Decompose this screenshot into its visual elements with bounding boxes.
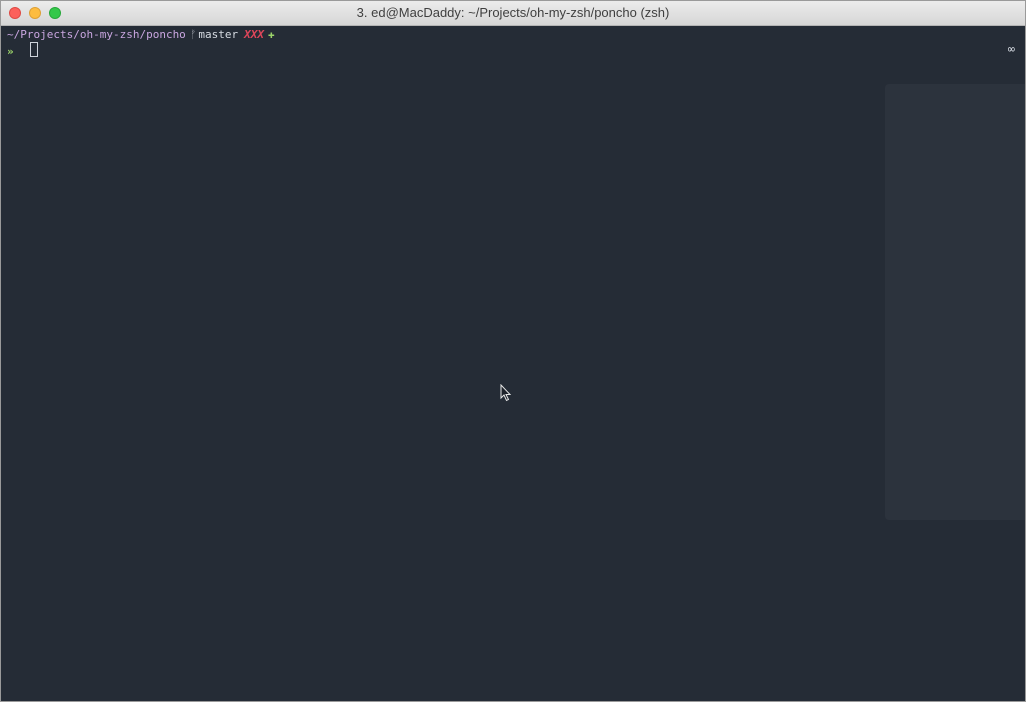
right-prompt: ∞ bbox=[1007, 42, 1015, 56]
title-bar[interactable]: 3. ed@MacDaddy: ~/Projects/oh-my-zsh/pon… bbox=[1, 1, 1025, 26]
prompt-input-line[interactable]: » bbox=[7, 42, 38, 59]
git-staged-marker: ✚ bbox=[268, 28, 275, 41]
git-branch-name: master bbox=[198, 28, 239, 41]
git-dirty-marker: XXX bbox=[244, 28, 265, 41]
terminal-output[interactable]: ~/Projects/oh-my-zsh/poncho ᚠ master XXX ✚ »… bbox=[1, 26, 1025, 701]
window-title: 3. ed@MacDaddy: ~/Projects/oh-my-zsh/pon… bbox=[356, 5, 670, 20]
git-branch-icon: ᚠ bbox=[189, 28, 197, 41]
mouse-pointer-icon bbox=[500, 384, 512, 402]
text-cursor bbox=[29, 42, 38, 57]
terminal-window: 3. ed@MacDaddy: ~/Projects/oh-my-zsh/pon… bbox=[0, 0, 1026, 702]
current-directory: ~/Projects/oh-my-zsh/poncho bbox=[7, 28, 186, 41]
prompt-symbol: » bbox=[7, 45, 14, 58]
background-window-reflection bbox=[885, 84, 1025, 520]
prompt-info-line: ~/Projects/oh-my-zsh/poncho ᚠ master XXX ✚ bbox=[7, 27, 275, 42]
